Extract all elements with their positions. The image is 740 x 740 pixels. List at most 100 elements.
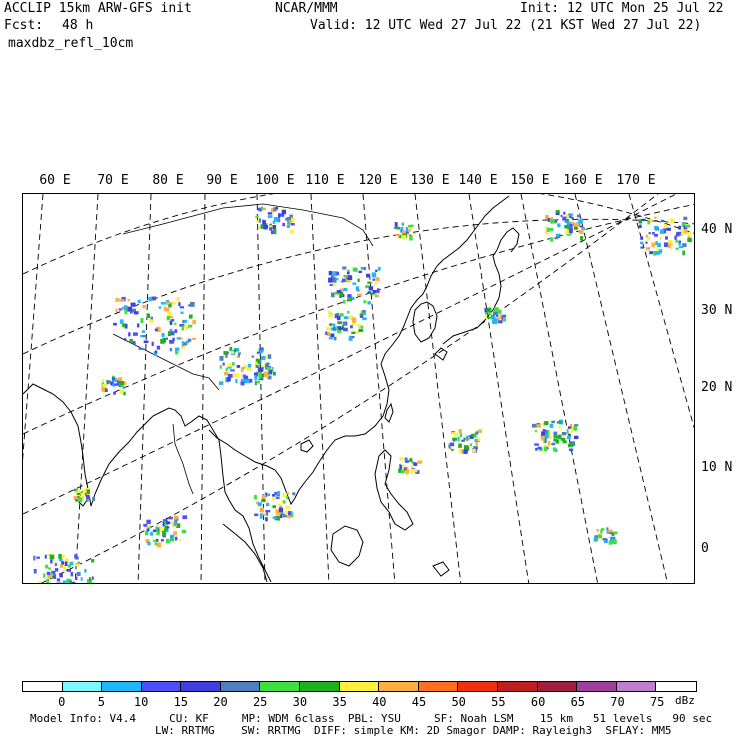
reflectivity-cell: [352, 317, 356, 323]
reflectivity-cell: [241, 375, 244, 379]
reflectivity-cell: [665, 221, 669, 224]
reflectivity-cell: [367, 301, 371, 305]
reflectivity-cell: [230, 369, 235, 372]
reflectivity-cell: [259, 507, 264, 513]
latitude-label: 0: [701, 541, 709, 556]
reflectivity-cell: [146, 313, 150, 318]
reflectivity-cell: [324, 331, 328, 336]
reflectivity-cell: [650, 218, 653, 223]
reflectivity-cell: [219, 381, 224, 385]
reflectivity-cell: [287, 220, 290, 225]
reflectivity-cell: [552, 447, 557, 452]
reflectivity-cell: [272, 494, 276, 497]
reflectivity-cell: [335, 278, 339, 281]
colorbar-level-label: 15: [173, 695, 189, 709]
reflectivity-cell: [227, 373, 233, 378]
reflectivity-cell: [394, 222, 398, 227]
colorbar-cell: [220, 682, 261, 691]
reflectivity-cell: [166, 521, 171, 525]
reflectivity-cell: [357, 289, 360, 292]
reflectivity-cell: [274, 217, 279, 221]
reflectivity-cell: [267, 371, 271, 375]
reflectivity-cell: [148, 296, 152, 302]
reflectivity-cell: [76, 571, 81, 576]
reflectivity-cell: [554, 219, 558, 223]
center-title: NCAR/MMM: [275, 1, 338, 16]
reflectivity-cell: [161, 333, 165, 338]
reflectivity-cell: [376, 294, 379, 298]
reflectivity-cell: [374, 282, 378, 285]
reflectivity-cell: [265, 354, 268, 359]
reflectivity-cell: [578, 219, 583, 224]
reflectivity-cell: [463, 445, 469, 450]
reflectivity-cell: [67, 581, 71, 583]
grid-line: [23, 203, 694, 435]
colorbar-cell: [577, 682, 617, 691]
colorbar-cell: [300, 682, 340, 691]
reflectivity-cell: [182, 320, 185, 323]
map-frame: [22, 193, 695, 584]
reflectivity-cell: [238, 352, 241, 355]
reflectivity-cell: [132, 332, 138, 336]
reflectivity-cell: [273, 229, 277, 235]
grid-line: [310, 194, 330, 583]
reflectivity-cell: [181, 341, 184, 347]
reflectivity-cell: [651, 242, 656, 248]
reflectivity-cell: [279, 509, 282, 513]
reflectivity-cell: [54, 563, 58, 567]
reflectivity-cell: [286, 496, 289, 499]
colorbar-cell: [656, 682, 696, 691]
reflectivity-cell: [337, 321, 342, 324]
reflectivity-cell: [331, 292, 335, 298]
reflectivity-cell: [645, 241, 648, 244]
reflectivity-cell: [74, 554, 78, 559]
colorbar-level-label: 0: [58, 695, 66, 709]
forecast-label: Fcst:: [4, 18, 44, 33]
reflectivity-cell: [502, 316, 507, 322]
reflectivity-cell: [558, 426, 561, 429]
reflectivity-cell: [567, 443, 573, 448]
reflectivity-cell: [166, 315, 171, 321]
reflectivity-cell: [580, 236, 584, 241]
reflectivity-cell: [168, 516, 173, 520]
reflectivity-cell: [140, 318, 144, 323]
reflectivity-cell: [72, 584, 75, 585]
reflectivity-cell: [59, 572, 63, 578]
reflectivity-cell: [130, 302, 136, 307]
reflectivity-cell: [676, 231, 682, 236]
reflectivity-cell: [658, 249, 663, 254]
reflectivity-cell: [169, 347, 173, 352]
reflectivity-cell: [137, 299, 141, 304]
reflectivity-cell: [358, 329, 364, 332]
reflectivity-cell: [553, 435, 558, 439]
reflectivity-cell: [267, 215, 273, 218]
reflectivity-cell: [282, 500, 286, 504]
reflectivity-cell: [668, 240, 673, 244]
reflectivity-cell: [143, 340, 149, 344]
reflectivity-cell: [175, 347, 180, 351]
reflectivity-cell: [409, 458, 413, 462]
reflectivity-cell: [452, 437, 457, 441]
grid-line: [40, 194, 659, 583]
latitude-label: 40 N: [701, 222, 733, 237]
reflectivity-cell: [261, 498, 266, 502]
reflectivity-cell: [219, 365, 222, 369]
init-time: Init: 12 UTC Mon 25 Jul 22: [520, 1, 724, 16]
reflectivity-cell: [363, 267, 366, 270]
reflectivity-cell: [70, 571, 74, 577]
reflectivity-cell: [329, 283, 333, 286]
reflectivity-cell: [540, 435, 545, 441]
reflectivity-cell: [257, 367, 263, 372]
longitude-label: 110 E: [305, 173, 345, 188]
reflectivity-cell: [272, 505, 276, 509]
reflectivity-cell: [348, 336, 353, 341]
reflectivity-cell: [286, 492, 290, 495]
reflectivity-cell: [169, 339, 174, 344]
reflectivity-cell: [267, 493, 270, 496]
reflectivity-cell: [343, 288, 348, 292]
reflectivity-cell: [154, 328, 158, 332]
reflectivity-cell: [75, 576, 78, 581]
reflectivity-cell: [359, 313, 364, 316]
colorbar-level-label: 75: [649, 695, 665, 709]
reflectivity-cell: [155, 526, 159, 530]
